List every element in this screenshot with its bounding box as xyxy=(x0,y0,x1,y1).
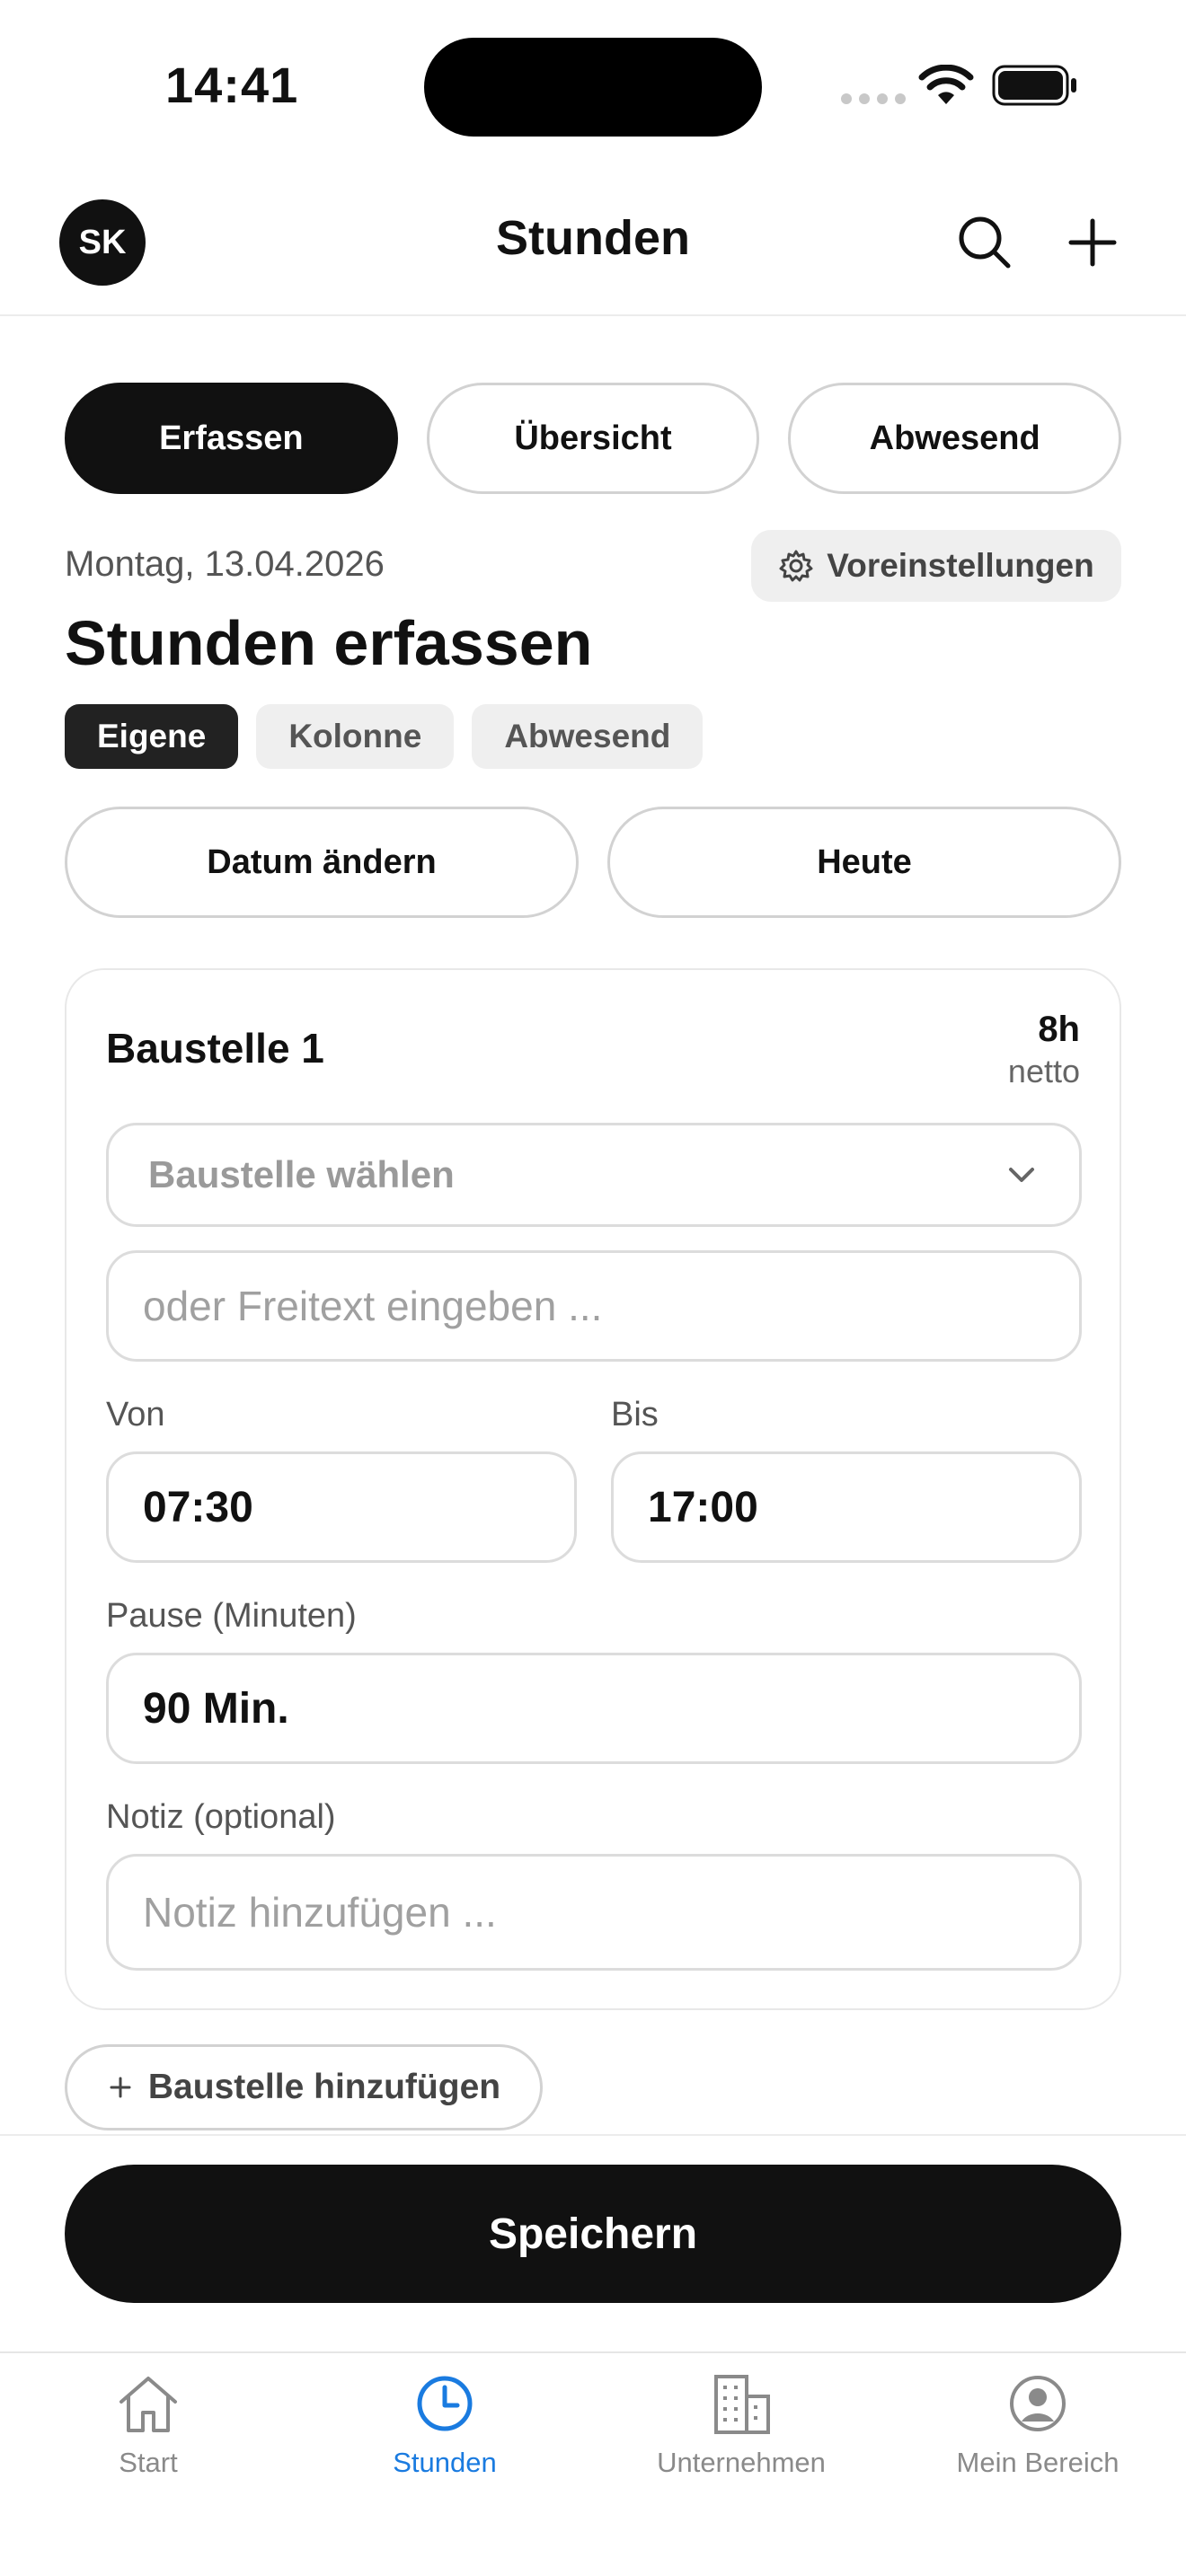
tabbar-label-stunden: Stunden xyxy=(393,2447,497,2478)
chip-eigene[interactable]: Eigene xyxy=(65,704,239,769)
profile-icon xyxy=(1010,2376,1066,2431)
presets-label: Voreinstellungen xyxy=(827,547,1094,584)
search-button[interactable] xyxy=(952,210,1017,275)
add-button[interactable] xyxy=(1060,210,1125,275)
building-icon xyxy=(714,2375,770,2434)
tabbar-item-start[interactable]: Start xyxy=(0,2353,296,2576)
add-site-label: Baustelle hinzufügen xyxy=(147,2068,501,2106)
save-area: Speichern xyxy=(0,2134,1186,2351)
chip-abwesend[interactable]: Abwesend xyxy=(472,704,704,769)
tab-erfassen[interactable]: Erfassen xyxy=(65,383,398,494)
app-header: SK Stunden xyxy=(0,171,1186,316)
change-date-button[interactable]: Datum ändern xyxy=(65,807,579,918)
section-heading: Stunden erfassen xyxy=(65,608,593,678)
card-title: Baustelle 1 xyxy=(106,1025,324,1072)
break-label: Pause (Minuten) xyxy=(106,1597,357,1635)
from-label: Von xyxy=(106,1396,165,1434)
net-label: netto xyxy=(1007,1053,1080,1090)
plus-icon xyxy=(110,2077,131,2098)
site-select-placeholder: Baustelle wählen xyxy=(148,1153,455,1195)
home-icon xyxy=(119,2377,177,2432)
status-time: 14:41 xyxy=(165,57,299,113)
main-tabs: Erfassen Übersicht Abwesend xyxy=(65,383,1122,494)
search-icon xyxy=(959,216,1011,269)
cellular-signal-icon xyxy=(841,93,906,104)
tabbar-item-mein-bereich[interactable]: Mein Bereich xyxy=(890,2353,1186,2576)
tabbar-label-mein-bereich: Mein Bereich xyxy=(956,2447,1120,2478)
tab-bar: Start Stunden Unternehmen Mein Bereich xyxy=(0,2351,1186,2576)
tabbar-label-unternehmen: Unternehmen xyxy=(657,2447,826,2478)
net-hours: 8h xyxy=(1038,1010,1080,1049)
break-field[interactable]: 90 Min. xyxy=(106,1653,1082,1764)
chevron-down-icon xyxy=(1009,1168,1034,1182)
entry-type-chips: Eigene Kolonne Abwesend xyxy=(65,704,704,769)
dynamic-island xyxy=(424,38,762,137)
site-select[interactable]: Baustelle wählen xyxy=(106,1123,1082,1227)
plus-icon xyxy=(1068,218,1117,267)
presets-button[interactable]: Voreinstellungen xyxy=(751,530,1121,602)
battery-icon xyxy=(992,65,1076,106)
to-label: Bis xyxy=(611,1396,659,1434)
freetext-input[interactable]: oder Freitext eingeben ... xyxy=(106,1250,1082,1362)
today-button[interactable]: Heute xyxy=(607,807,1121,918)
entry-card: Baustelle 1 8h netto Baustelle wählen od… xyxy=(65,968,1121,2010)
tabbar-item-stunden[interactable]: Stunden xyxy=(296,2353,593,2576)
clock-icon xyxy=(417,2376,473,2431)
gear-icon xyxy=(779,550,813,582)
date-actions: Datum ändern Heute xyxy=(65,807,1121,918)
note-input[interactable]: Notiz hinzufügen ... xyxy=(106,1854,1082,1971)
add-site-button[interactable]: Baustelle hinzufügen xyxy=(65,2044,543,2130)
to-time-field[interactable]: 17:00 xyxy=(611,1451,1082,1563)
tab-uebersicht[interactable]: Übersicht xyxy=(426,383,760,494)
from-time-field[interactable]: 07:30 xyxy=(106,1451,577,1563)
tabbar-label-start: Start xyxy=(119,2447,178,2478)
save-button[interactable]: Speichern xyxy=(65,2165,1121,2303)
status-bar: 14:41 xyxy=(0,0,1186,171)
chip-kolonne[interactable]: Kolonne xyxy=(256,704,455,769)
tabbar-item-unternehmen[interactable]: Unternehmen xyxy=(593,2353,890,2576)
tab-abwesend[interactable]: Abwesend xyxy=(788,383,1122,494)
date-label: Montag, 13.04.2026 xyxy=(65,544,385,584)
note-label: Notiz (optional) xyxy=(106,1798,336,1836)
wifi-icon xyxy=(918,65,974,104)
